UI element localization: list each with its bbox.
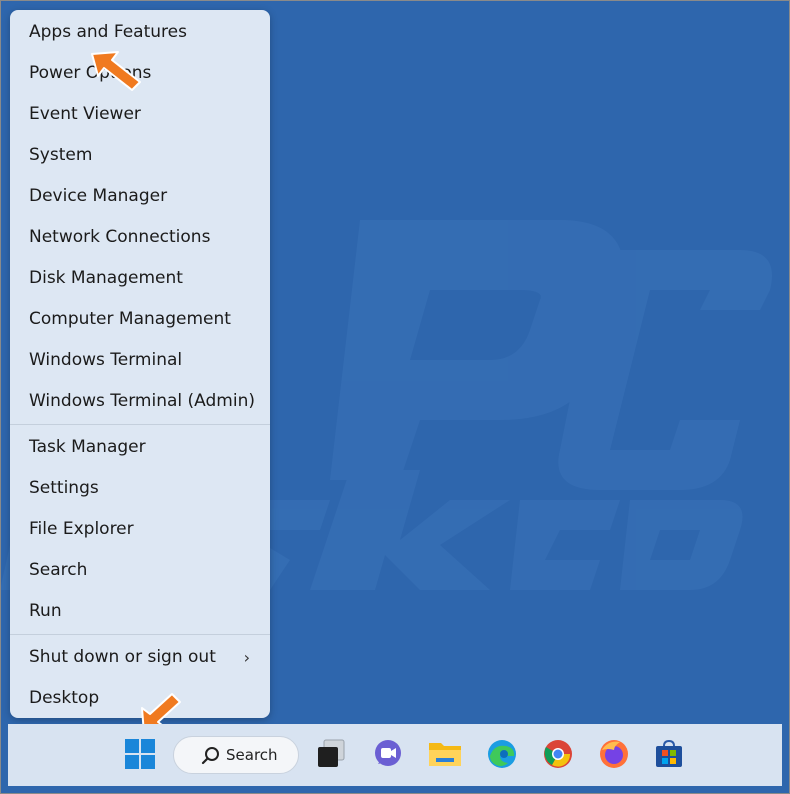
menu-item-shut-down-or-sign-out[interactable]: Shut down or sign out › — [10, 637, 270, 678]
menu-item-desktop[interactable]: Desktop — [10, 678, 270, 719]
menu-item-label: Settings — [29, 478, 99, 498]
menu-item-label: Power Options — [29, 63, 152, 83]
menu-item-apps-and-features[interactable]: Apps and Features — [10, 12, 270, 53]
menu-item-device-manager[interactable]: Device Manager — [10, 176, 270, 217]
menu-item-label: Task Manager — [29, 437, 146, 457]
menu-item-label: Search — [29, 560, 88, 580]
start-button[interactable] — [122, 736, 158, 772]
menu-item-label: Desktop — [29, 688, 100, 708]
menu-item-power-options[interactable]: Power Options — [10, 53, 270, 94]
menu-item-run[interactable]: Run — [10, 591, 270, 632]
chrome-icon — [544, 740, 572, 768]
menu-separator — [10, 424, 270, 425]
menu-item-computer-management[interactable]: Computer Management — [10, 299, 270, 340]
taskbar-search-box[interactable]: Search — [173, 736, 299, 774]
menu-item-label: Run — [29, 601, 62, 621]
menu-item-label: Shut down or sign out — [29, 647, 216, 667]
menu-separator — [10, 634, 270, 635]
file-explorer-button[interactable] — [427, 736, 463, 772]
menu-item-task-manager[interactable]: Task Manager — [10, 427, 270, 468]
menu-item-label: Windows Terminal (Admin) — [29, 391, 255, 411]
edge-button[interactable] — [484, 736, 520, 772]
file-explorer-icon — [429, 743, 461, 766]
menu-item-windows-terminal[interactable]: Windows Terminal — [10, 340, 270, 381]
task-view-button[interactable] — [313, 736, 349, 772]
menu-item-label: Computer Management — [29, 309, 231, 329]
menu-item-disk-management[interactable]: Disk Management — [10, 258, 270, 299]
menu-item-system[interactable]: System — [10, 135, 270, 176]
microsoft-store-icon — [656, 739, 682, 767]
menu-item-settings[interactable]: Settings — [10, 468, 270, 509]
menu-item-label: Device Manager — [29, 186, 168, 206]
chrome-button[interactable] — [540, 736, 576, 772]
menu-item-network-connections[interactable]: Network Connections — [10, 217, 270, 258]
winx-context-menu: Apps and Features Power Options Event Vi… — [10, 10, 270, 718]
search-icon — [201, 747, 219, 765]
menu-item-label: System — [29, 145, 93, 165]
taskbar: Search — [8, 724, 782, 786]
menu-item-label: Windows Terminal — [29, 350, 183, 370]
menu-item-windows-terminal-admin[interactable]: Windows Terminal (Admin) — [10, 381, 270, 422]
chevron-right-icon: › — [243, 648, 250, 667]
menu-item-label: File Explorer — [29, 519, 134, 539]
firefox-button[interactable] — [596, 736, 632, 772]
windows-start-icon — [125, 739, 155, 769]
firefox-icon — [600, 740, 628, 768]
teams-chat-icon — [375, 740, 401, 766]
menu-item-search[interactable]: Search — [10, 550, 270, 591]
microsoft-store-button[interactable] — [651, 736, 687, 772]
teams-chat-button[interactable] — [370, 736, 406, 772]
menu-item-label: Disk Management — [29, 268, 183, 288]
menu-item-file-explorer[interactable]: File Explorer — [10, 509, 270, 550]
taskbar-search-label: Search — [226, 746, 278, 764]
edge-icon — [488, 740, 516, 768]
menu-item-event-viewer[interactable]: Event Viewer — [10, 94, 270, 135]
menu-item-label: Event Viewer — [29, 104, 141, 124]
menu-item-label: Apps and Features — [29, 22, 187, 42]
task-view-icon — [318, 739, 345, 767]
menu-item-label: Network Connections — [29, 227, 211, 247]
